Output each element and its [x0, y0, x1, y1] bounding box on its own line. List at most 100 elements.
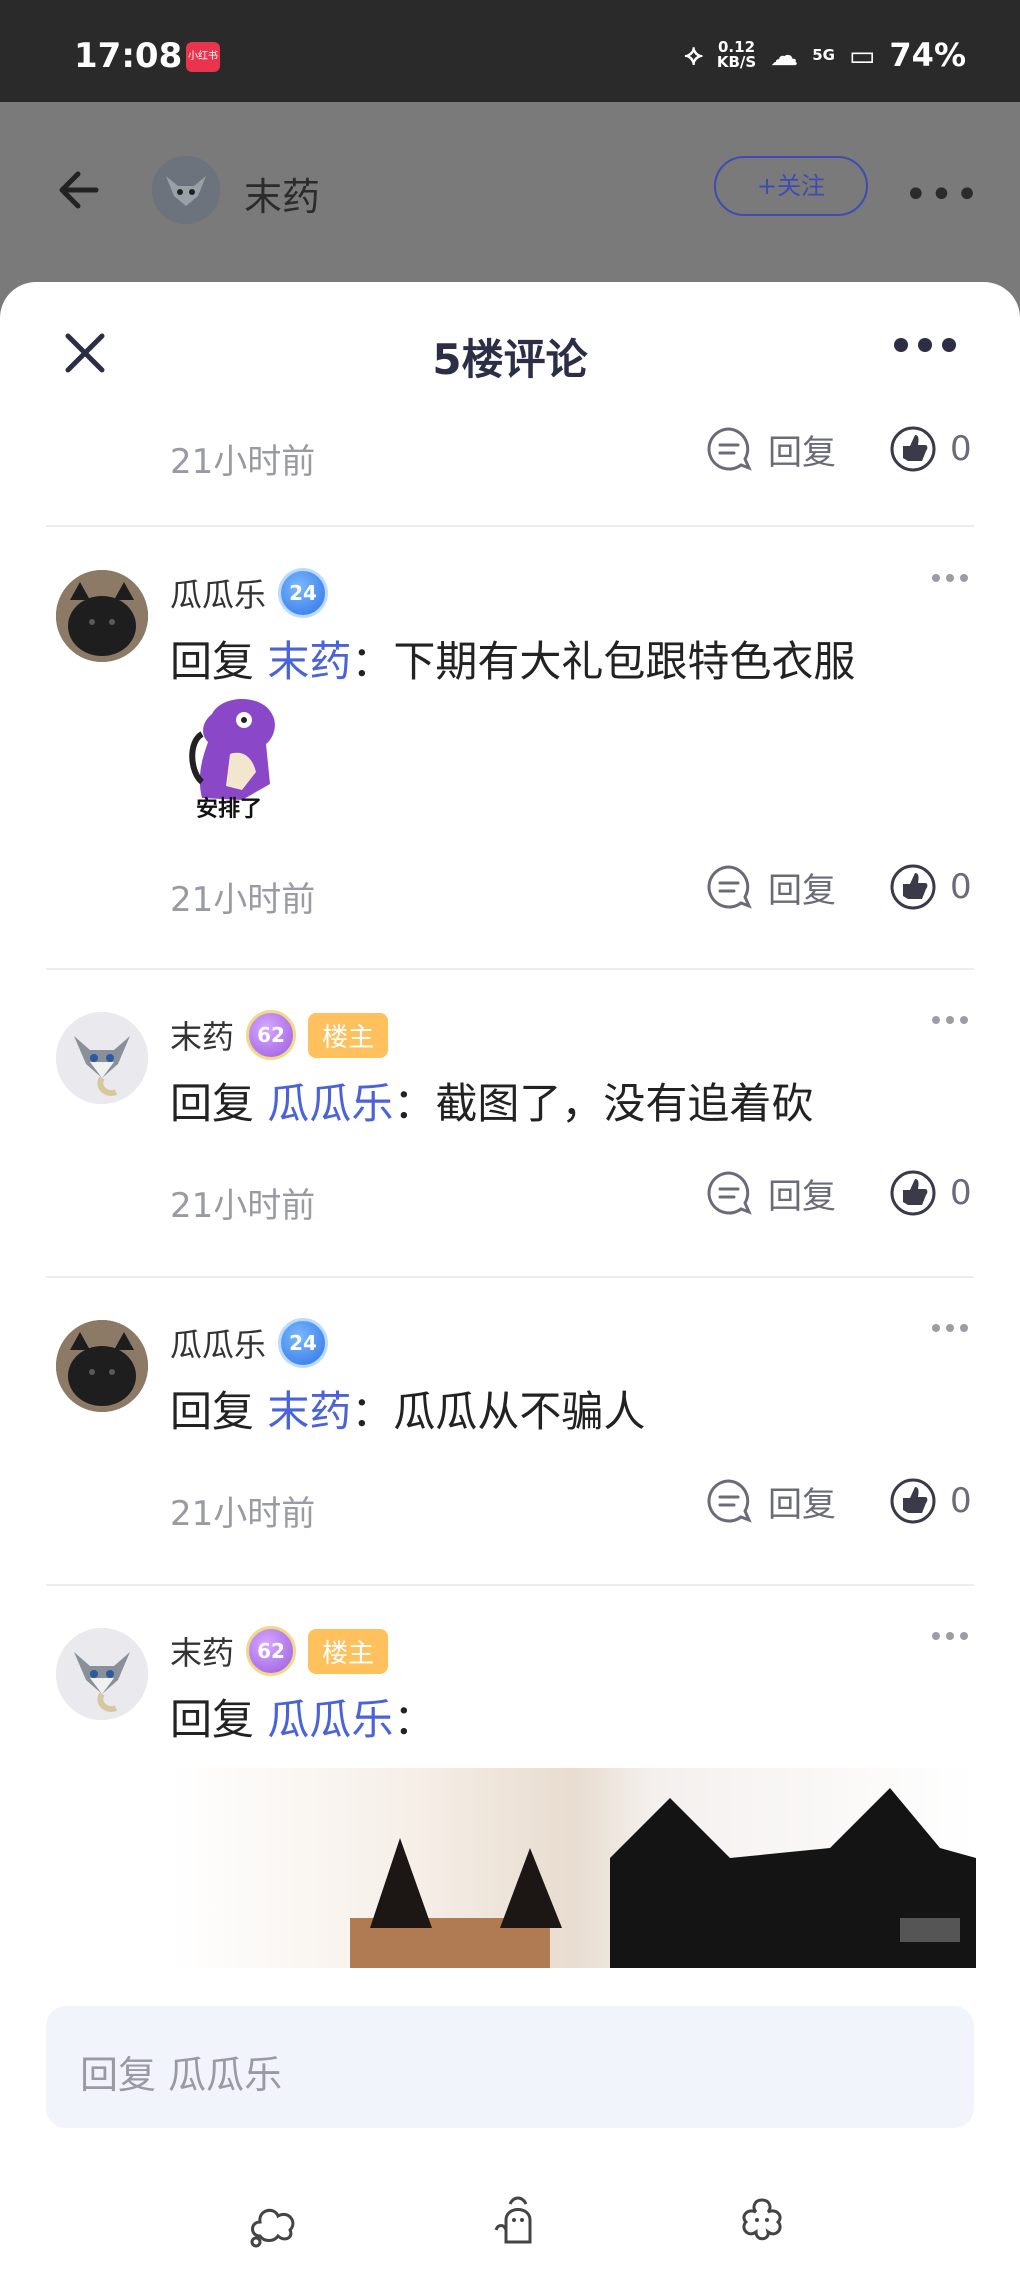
flower-icon[interactable] [732, 2190, 792, 2250]
reply-prefix: 回复 [170, 1695, 268, 1744]
like-button[interactable]: 0 [888, 1476, 972, 1526]
comment-text: 回复 末药：瓜瓜从不骗人 [170, 1378, 645, 1439]
more-dots-icon[interactable]: ••• [904, 172, 981, 218]
chat-bubble-icon [707, 1479, 752, 1523]
sticker-caption: 安排了 [196, 796, 262, 822]
wolf-avatar-icon [56, 1012, 148, 1104]
reply-button[interactable]: 回复 [704, 424, 836, 474]
avatar[interactable] [56, 1320, 148, 1412]
mention-link[interactable]: 末药 [267, 637, 351, 686]
follow-button[interactable]: +关注 [714, 156, 868, 216]
app-notification-icon: 小红书 [186, 42, 220, 72]
comment-body: ：截图了，没有追着砍 [393, 1079, 814, 1128]
comment-meta: 21小时前 回复 0 [0, 412, 1020, 492]
host-badge: 楼主 [308, 1628, 389, 1674]
comment-meta: 21小时前 回复 0 [0, 1156, 1020, 1236]
comment-header: 末药 62 楼主 [170, 1010, 389, 1060]
reply-prefix: 回复 [170, 1387, 268, 1436]
like-count: 0 [950, 1481, 972, 1521]
level-badge: 62 [246, 1626, 297, 1676]
background-header: 末药 +关注 ••• [0, 102, 1020, 282]
level-badge: 24 [278, 1318, 329, 1368]
thumbs-up-icon [890, 864, 936, 910]
comment-list[interactable]: 21小时前 回复 0 瓜瓜乐 24 回复 末药：下期有大礼包跟特色衣服 安排了 … [0, 412, 1020, 1977]
comment-time: 21小时前 [170, 442, 316, 482]
header-user-name[interactable]: 末药 [244, 166, 320, 221]
host-badge: 楼主 [308, 1012, 389, 1058]
comment-text: 回复 瓜瓜乐：截图了，没有追着砍 [170, 1070, 813, 1131]
reply-button[interactable]: 回复 [704, 862, 836, 912]
reply-label: 回复 [768, 870, 836, 911]
more-dots-icon[interactable] [932, 1632, 968, 1640]
like-count: 0 [950, 867, 972, 907]
mention-link[interactable]: 瓜瓜乐 [267, 1695, 393, 1744]
signal-label: 5G [812, 45, 835, 64]
comment-text: 回复 末药：下期有大礼包跟特色衣服 [170, 628, 855, 689]
like-count: 0 [950, 1173, 972, 1213]
comment-item: 末药 62 楼主 回复 瓜瓜乐：截图了，没有追着砍 21小时前 回复 0 [0, 970, 1020, 1276]
comment-body: ： [393, 1695, 436, 1744]
comment-meta: 21小时前 回复 0 [0, 850, 1020, 930]
avatar[interactable] [56, 570, 148, 662]
cloud-icon[interactable] [244, 2190, 304, 2250]
comment-meta: 21小时前 回复 0 [0, 1464, 1020, 1544]
reply-label: 回复 [768, 1176, 836, 1217]
level-badge: 24 [278, 568, 329, 618]
more-dots-icon[interactable] [894, 338, 958, 358]
avatar[interactable] [56, 1012, 148, 1104]
thumbs-up-icon [890, 1478, 936, 1524]
level-badge: 62 [246, 1010, 297, 1060]
sheet-title: 5楼评论 [432, 335, 588, 384]
chat-bubble-icon [707, 865, 752, 909]
like-button[interactable]: 0 [888, 1168, 972, 1218]
comment-text: 回复 瓜瓜乐： [170, 1686, 435, 1747]
battery-level: 74% [889, 36, 966, 74]
status-bar: 17:08 小红书 ⟡ 0.12 KB/S ☁ 5G ▭ 74% [0, 0, 1020, 102]
divider [46, 525, 974, 527]
mention-link[interactable]: 瓜瓜乐 [267, 1079, 393, 1128]
comment-time: 21小时前 [170, 1186, 316, 1226]
chat-bubble-icon [707, 1171, 752, 1215]
chat-bubble-icon [707, 427, 752, 471]
status-time: 17:08 [74, 36, 183, 76]
user-name[interactable]: 末药 [170, 1628, 234, 1674]
comment-time: 21小时前 [170, 1494, 316, 1534]
status-right: ⟡ 0.12 KB/S ☁ 5G ▭ 74% [684, 36, 966, 74]
character-icon[interactable] [488, 2190, 548, 2250]
user-name[interactable]: 瓜瓜乐 [170, 1320, 266, 1366]
wolf-avatar-icon [152, 156, 220, 224]
avatar[interactable] [56, 1628, 148, 1720]
bottom-toolbar [0, 2180, 1020, 2260]
comment-image[interactable] [170, 1768, 976, 1968]
more-dots-icon[interactable] [932, 1324, 968, 1332]
more-dots-icon[interactable] [932, 1016, 968, 1024]
reply-button[interactable]: 回复 [704, 1168, 836, 1218]
user-name[interactable]: 末药 [170, 1012, 234, 1058]
sticker-image[interactable]: 安排了 [182, 694, 294, 822]
reply-label: 回复 [768, 432, 836, 473]
reply-label: 回复 [768, 1484, 836, 1525]
like-button[interactable]: 0 [888, 424, 972, 474]
avatar[interactable] [152, 156, 220, 224]
reply-button[interactable]: 回复 [704, 1476, 836, 1526]
comment-header: 瓜瓜乐 24 [170, 568, 329, 618]
cat-avatar-icon [56, 1320, 148, 1412]
reply-prefix: 回复 [170, 637, 268, 686]
comment-body: ：下期有大礼包跟特色衣服 [351, 637, 856, 686]
more-dots-icon[interactable] [932, 574, 968, 582]
dinosaur-sticker-icon: 安排了 [189, 699, 275, 822]
mention-link[interactable]: 末药 [267, 1387, 351, 1436]
like-button[interactable]: 0 [888, 862, 972, 912]
comment-item: 末药 62 楼主 回复 瓜瓜乐： [0, 1586, 1020, 1977]
comment-item: 瓜瓜乐 24 回复 末药：下期有大礼包跟特色衣服 安排了 21小时前 回复 0 [0, 528, 1020, 968]
thumbs-up-icon [890, 426, 936, 472]
reply-input[interactable]: 回复 瓜瓜乐 [46, 2006, 974, 2128]
arrow-left-icon[interactable] [52, 158, 116, 222]
comment-body: ：瓜瓜从不骗人 [351, 1387, 646, 1436]
comment-time: 21小时前 [170, 880, 316, 920]
user-name[interactable]: 瓜瓜乐 [170, 570, 266, 616]
comment-item: 瓜瓜乐 24 回复 末药：瓜瓜从不骗人 21小时前 回复 0 [0, 1278, 1020, 1584]
reply-input-placeholder: 回复 瓜瓜乐 [80, 2053, 283, 2097]
comment-header: 瓜瓜乐 24 [170, 1318, 329, 1368]
cat-avatar-icon [56, 570, 148, 662]
